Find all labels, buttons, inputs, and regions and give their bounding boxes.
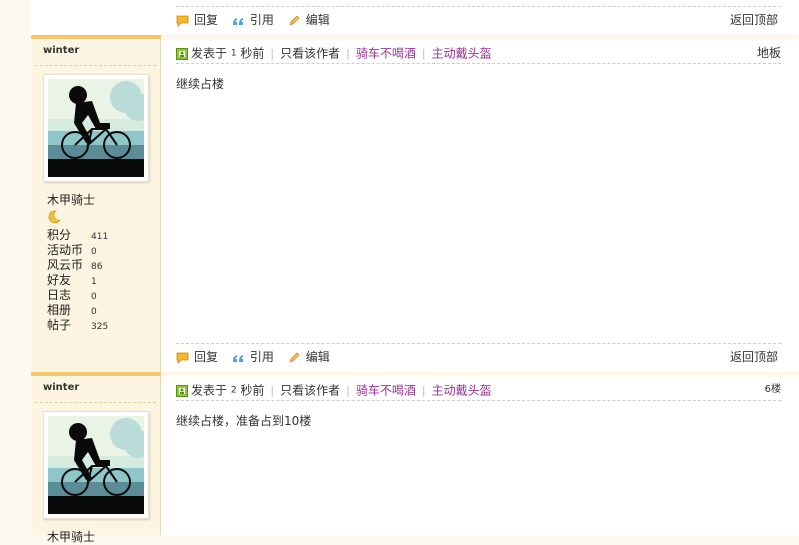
sidebar-accent-bar <box>31 35 161 39</box>
stat-label: 日志 <box>47 288 72 302</box>
post-main: 发表于 2 秒前 | 只看该作者 | 骑车不喝酒 | 主动戴头盔 6楼 继续占楼，准备占到1… <box>161 372 799 535</box>
edit-link[interactable]: 编辑 <box>288 7 330 33</box>
posted-time: 发表于 2 秒前 <box>191 383 265 398</box>
post-actions: 回复 引用 编辑 返回顶部 <box>176 343 781 370</box>
stat-value[interactable]: 411 <box>91 232 108 242</box>
post-meta: 发表于 2 秒前 | 只看该作者 | 骑车不喝酒 | 主动戴头盔 6楼 <box>176 380 781 401</box>
reply-icon <box>176 352 189 364</box>
back-to-top-link[interactable]: 返回顶部 <box>730 344 778 370</box>
separator: | <box>346 383 350 397</box>
posted-time: 发表于 1 秒前 <box>191 46 265 61</box>
prev-post-actions: 回复 引用 编辑 返回顶部 <box>176 6 781 33</box>
stat-label: 相册 <box>47 303 72 317</box>
author-sidebar: winter 木甲骑士 <box>31 372 161 544</box>
stat-value[interactable]: 86 <box>91 262 102 272</box>
reply-label: 回复 <box>194 13 219 27</box>
post-status-icon <box>176 384 188 397</box>
post-meta: 发表于 1 秒前 | 只看该作者 | 骑车不喝酒 | 主动戴头盔 地板 <box>176 43 781 64</box>
cyclist-avatar-image <box>48 416 144 514</box>
only-author-link[interactable]: 只看该作者 <box>280 384 340 398</box>
post: winter 木甲骑士 <box>31 35 799 372</box>
floor-number[interactable]: 6楼 <box>765 380 781 400</box>
edit-link[interactable]: 编辑 <box>288 344 330 370</box>
only-author-link[interactable]: 只看该作者 <box>280 47 340 61</box>
stat-row: 好友 1 <box>47 273 108 288</box>
divider <box>35 402 156 403</box>
stat-label: 积分 <box>47 228 72 242</box>
reply-link[interactable]: 回复 <box>176 7 218 33</box>
stat-value[interactable]: 1 <box>91 277 97 287</box>
signature-link[interactable]: 主动戴头盔 <box>432 384 492 398</box>
stat-value[interactable]: 325 <box>91 322 108 332</box>
page: 回复 引用 编辑 返回顶部 winter 木甲骑士 积分 411 活动币 0 风… <box>31 0 799 544</box>
quote-label: 引用 <box>249 350 274 364</box>
stat-label: 风云币 <box>47 258 84 272</box>
stat-value[interactable]: 0 <box>91 292 97 302</box>
separator: | <box>421 46 426 60</box>
floor-number[interactable]: 地板 <box>757 43 781 63</box>
separator: | <box>270 46 275 60</box>
edit-label: 编辑 <box>305 13 330 27</box>
author-sidebar: winter 木甲骑士 <box>31 35 161 372</box>
edit-pencil-icon <box>289 15 300 26</box>
stat-label: 帖子 <box>47 318 72 332</box>
post-main: 发表于 1 秒前 | 只看该作者 | 骑车不喝酒 | 主动戴头盔 地板 继续占楼 回复 引用… <box>161 35 799 372</box>
author-username[interactable]: winter <box>43 45 79 56</box>
reply-icon <box>176 15 189 27</box>
stat-row: 相册 0 <box>47 303 108 318</box>
stat-value[interactable]: 0 <box>91 307 97 317</box>
divider <box>35 65 156 66</box>
author-nickname: 木甲骑士 <box>47 530 96 544</box>
separator: | <box>270 383 275 397</box>
author-nickname: 木甲骑士 <box>47 193 96 207</box>
stat-row: 活动币 0 <box>47 243 108 258</box>
post-content: 继续占楼 <box>176 77 225 91</box>
stat-label: 好友 <box>47 273 72 287</box>
separator: | <box>421 383 426 397</box>
post: winter 木甲骑士 <box>31 372 799 544</box>
quote-icon <box>232 354 243 362</box>
stat-row: 帖子 325 <box>47 318 108 333</box>
separator: | <box>346 46 350 60</box>
quote-link[interactable]: 引用 <box>232 7 274 33</box>
author-username[interactable]: winter <box>43 382 79 393</box>
cyclist-avatar-image <box>48 79 144 177</box>
stat-value[interactable]: 0 <box>91 247 97 257</box>
edit-pencil-icon <box>289 352 300 363</box>
reply-label: 回复 <box>194 350 219 364</box>
post-top-gradient <box>161 35 799 41</box>
avatar[interactable] <box>43 74 149 182</box>
moon-rank-icon <box>48 210 61 224</box>
signature-link[interactable]: 骑车不喝酒 <box>356 47 416 61</box>
reply-link[interactable]: 回复 <box>176 344 218 370</box>
quote-label: 引用 <box>249 13 274 27</box>
post-content: 继续占楼，准备占到10楼 <box>176 414 312 428</box>
back-to-top-link[interactable]: 返回顶部 <box>730 7 778 33</box>
post-status-icon <box>176 47 188 60</box>
signature-link[interactable]: 骑车不喝酒 <box>356 384 416 398</box>
stat-label: 活动币 <box>47 243 84 257</box>
stat-row: 风云币 86 <box>47 258 108 273</box>
author-stats: 积分 411 活动币 0 风云币 86 好友 1 日志 0 相册 0 帖子 325 <box>47 228 108 333</box>
post-top-gradient <box>161 372 799 378</box>
stat-row: 日志 0 <box>47 288 108 303</box>
signature-link[interactable]: 主动戴头盔 <box>432 47 492 61</box>
edit-label: 编辑 <box>305 350 330 364</box>
quote-icon <box>232 17 243 25</box>
sidebar-accent-bar <box>31 372 161 376</box>
avatar[interactable] <box>43 411 149 519</box>
stat-row: 积分 411 <box>47 228 108 243</box>
quote-link[interactable]: 引用 <box>232 344 274 370</box>
